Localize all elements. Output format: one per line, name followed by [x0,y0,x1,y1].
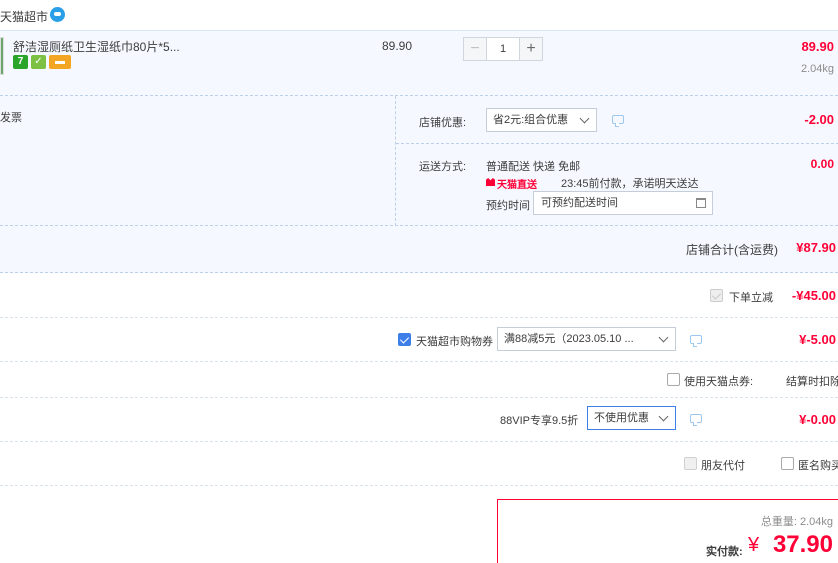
message-icon[interactable] [690,414,702,426]
item-weight: 2.04kg [800,63,834,75]
seven-day-return-icon[interactable]: 7 [13,55,28,69]
shipping-method: 普通配送 快递 免邮 [486,161,581,173]
store-total-row: 店铺合计(含运费) ¥87.90 [0,226,838,273]
decrease-quantity-button[interactable]: − [463,37,487,61]
points-label: 使用天猫点券: [684,376,754,388]
total-weight: 总重量: 2.04kg [761,513,833,529]
tmall-direct-label: 天猫直送 [497,180,537,191]
chevron-down-icon [658,411,669,422]
guarantee-shield-icon[interactable]: ✓ [31,55,46,69]
quantity-input[interactable]: 1 [487,37,519,61]
vip-discount-select[interactable]: 不使用优惠 [587,406,676,430]
shop-header: 天猫超市 [0,0,838,30]
chat-bubble-icon[interactable] [50,7,65,22]
payment-card-icon[interactable]: ▬ [49,55,71,69]
appointment-time-input[interactable]: 可预约配送时间 [533,191,713,215]
message-icon[interactable] [690,335,702,347]
shipping-label: 运送方式: [419,161,467,173]
instant-discount-label: 下单立减 [729,292,773,304]
store-options-panel: 店铺优惠: 省2元:组合优惠 -2.00 运送方式: 普通配送 快递 免邮 0.… [395,96,838,226]
total-weight-value: 2.04kg [799,516,833,528]
delivery-promise: 23:45前付款，承诺明天送达 [561,178,699,190]
order-options: 发票 店铺优惠: 省2元:组合优惠 -2.00 运送方式: 普通配送 快递 免邮… [0,96,838,226]
store-total-label: 店铺合计(含运费) [686,243,778,257]
pay-options-row: 朋友代付 匿名购买 [0,442,838,486]
shop-discount-label: 店铺优惠: [419,117,467,129]
appointment-label: 预约时间 [486,200,530,212]
service-icons: 7 ✓ ▬ [13,55,71,69]
actual-payment-value: 37.90 [772,531,833,558]
product-thumbnail[interactable] [0,37,4,75]
shop-discount-amount: -2.00 [804,112,834,127]
coupon-selected: 满88减5元（2023.05.10 ... [504,333,634,345]
coupon-label: 天猫超市购物券 [416,336,493,348]
tmall-direct-badge: 天猫直送 [486,176,552,191]
shop-discount-selected: 省2元:组合优惠 [493,114,569,126]
item-subtotal: 89.90 [801,39,834,54]
chevron-down-icon [579,113,590,124]
points-note: 结算时扣除 [786,376,838,388]
currency-symbol: ¥ [748,534,760,556]
message-icon[interactable] [612,115,624,127]
points-row: 使用天猫点券: 结算时扣除 [0,362,838,398]
friend-pay-checkbox[interactable] [684,457,697,470]
shop-discount-select[interactable]: 省2元:组合优惠 [486,108,597,132]
actual-payment-label: 实付款: [706,546,743,558]
anonymous-purchase-label: 匿名购买 [798,460,838,472]
total-weight-label: 总重量: [760,516,797,528]
instant-discount-amount: -¥45.00 [791,288,836,303]
friend-pay-label: 朋友代付 [701,460,745,472]
payment-summary: 总重量: 2.04kg 实付款: ¥ 37.90 [497,499,838,563]
vip-discount-row: 88VIP专享9.5折 不使用优惠 ¥-0.00 [0,398,838,442]
shop-name[interactable]: 天猫超市 [0,8,48,25]
cart-item-row: 舒洁湿厕纸卫生湿纸巾80片*5... 7 ✓ ▬ 89.90 − 1 + 89.… [0,30,838,96]
invoice-label[interactable]: 发票 [0,109,22,125]
coupon-checkbox[interactable] [398,333,411,346]
coupon-row: 天猫超市购物券 满88减5元（2023.05.10 ... ¥-5.00 [0,318,838,362]
quantity-stepper: − 1 + [463,37,543,61]
instant-discount-row: 下单立减 -¥45.00 [0,273,838,318]
calendar-icon[interactable] [696,198,706,208]
coupon-select[interactable]: 满88减5元（2023.05.10 ... [497,327,676,351]
unit-price: 89.90 [382,39,413,53]
points-checkbox[interactable] [667,373,680,386]
appointment-placeholder: 可预约配送时间 [541,197,618,209]
chevron-down-icon [658,332,669,343]
vip-discount-label: 88VIP专享9.5折 [500,415,579,427]
anonymous-purchase-checkbox[interactable] [781,457,794,470]
increase-quantity-button[interactable]: + [519,37,543,61]
store-total-value: ¥87.90 [796,240,836,255]
vip-discount-selected: 不使用优惠 [594,412,649,424]
vip-discount-amount: ¥-0.00 [799,412,836,427]
instant-discount-checkbox[interactable] [710,289,723,302]
divider [396,143,838,144]
tmall-cat-icon [486,178,495,186]
product-title[interactable]: 舒洁湿厕纸卫生湿纸巾80片*5... [13,38,180,55]
coupon-amount: ¥-5.00 [799,332,836,347]
shipping-fee: 0.00 [810,157,834,171]
